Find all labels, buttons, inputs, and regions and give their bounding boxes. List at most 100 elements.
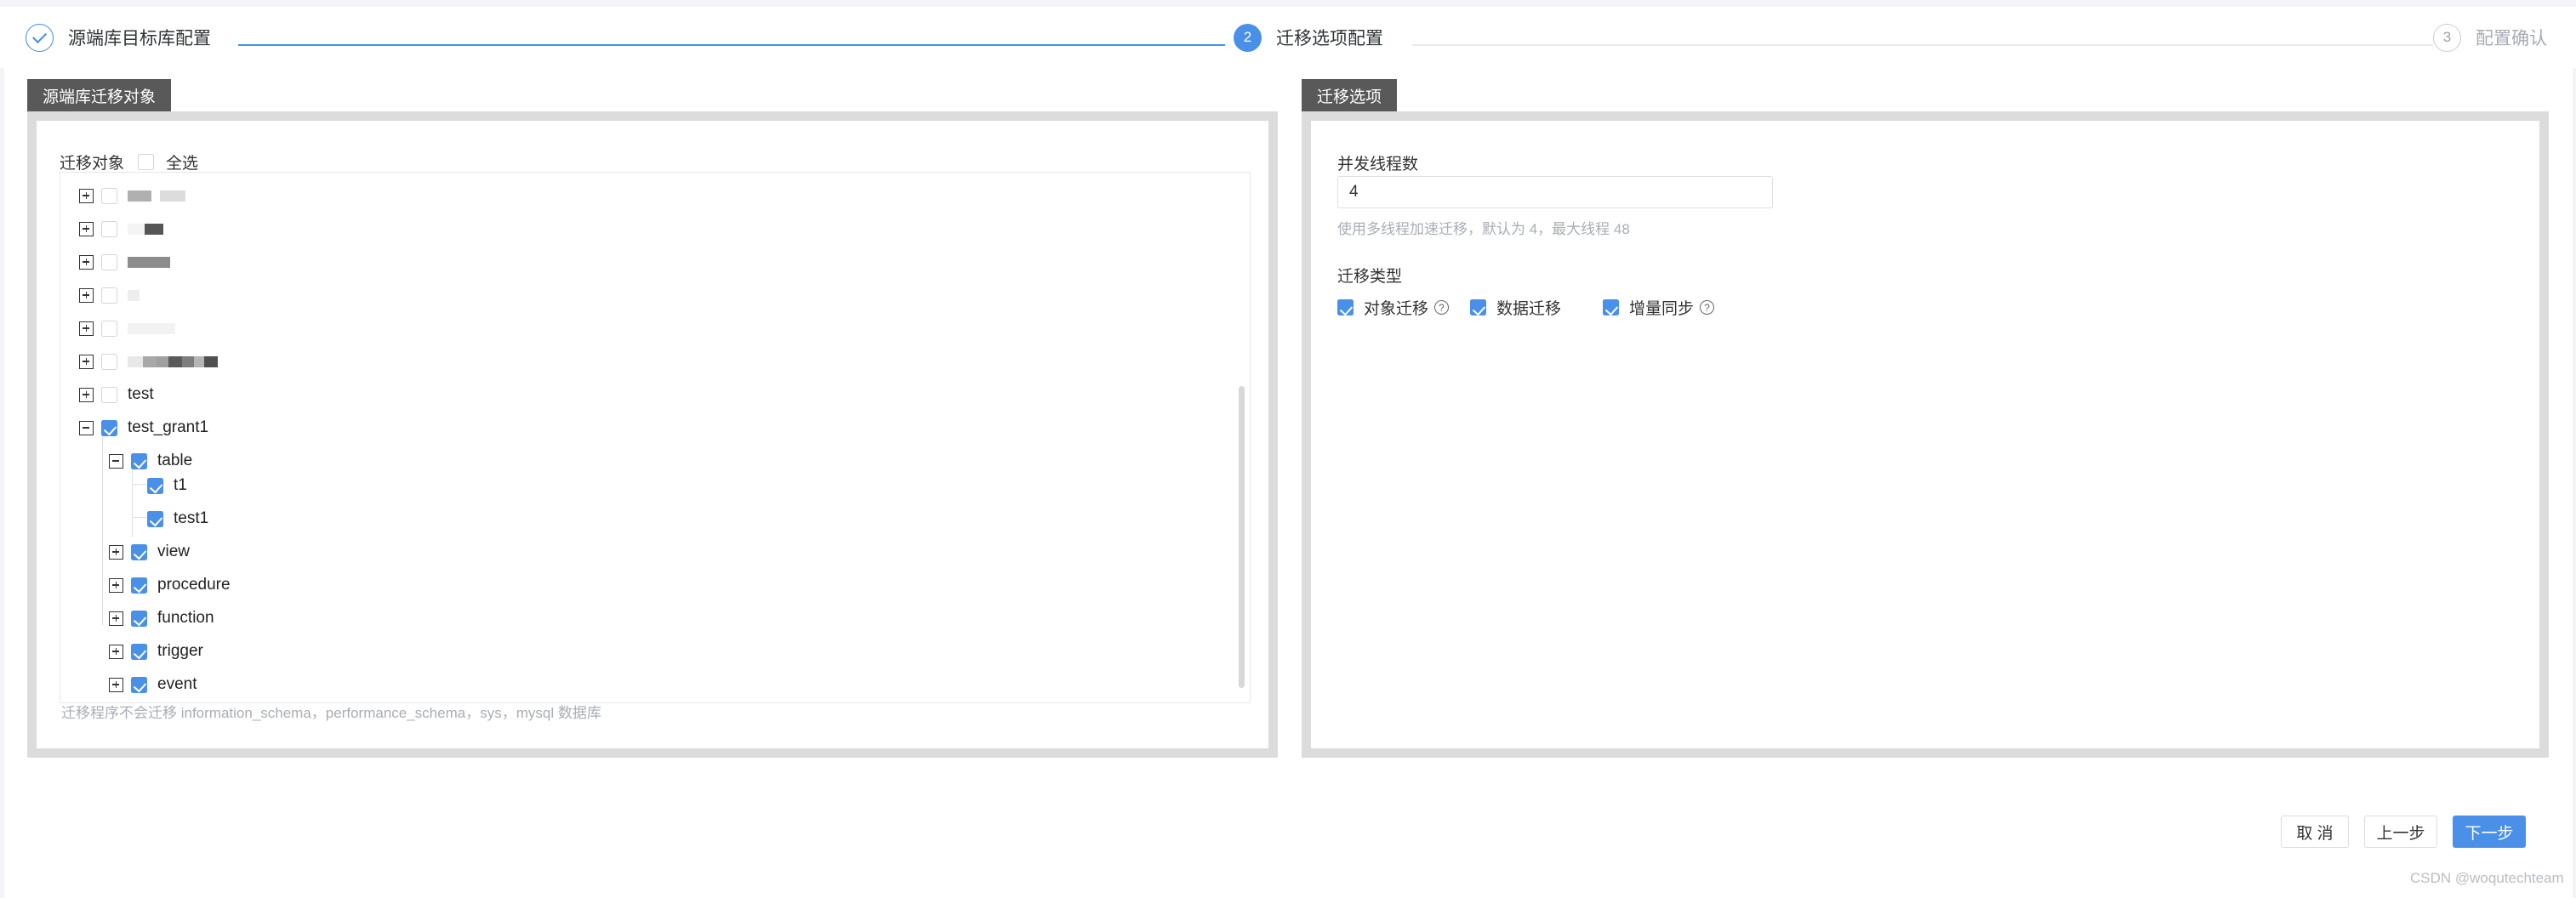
right-page-edge xyxy=(2573,0,2576,898)
expand-icon[interactable] xyxy=(79,254,94,270)
tree-header-label: 迁移对象 xyxy=(60,155,125,173)
expand-icon[interactable] xyxy=(79,321,94,336)
tree-row-test1[interactable]: test1 xyxy=(147,509,208,529)
expand-icon[interactable] xyxy=(109,677,123,692)
option-object-migration[interactable]: 对象迁移 ? xyxy=(1337,296,1450,319)
collapse-icon[interactable] xyxy=(79,420,94,435)
expand-icon[interactable] xyxy=(109,577,123,593)
tree-scrollbar-thumb[interactable] xyxy=(1239,386,1245,688)
tree-row-label: function xyxy=(157,609,214,627)
step-connector-2-3 xyxy=(1412,44,2433,46)
thread-count-hint: 使用多线程加速迁移，默认为 4，最大线程 48 xyxy=(1337,221,1630,237)
tree-row-label: test xyxy=(128,385,154,403)
tree-guide-line xyxy=(132,517,147,518)
tree-row[interactable] xyxy=(79,351,218,372)
tree-row-view[interactable]: view xyxy=(109,542,190,562)
step-3-config-confirm[interactable]: 3 配置确认 xyxy=(2433,7,2547,68)
thread-count-input[interactable] xyxy=(1337,176,1773,208)
previous-step-button[interactable]: 上一步 xyxy=(2364,816,2437,848)
migration-wizard-page: 源端库目标库配置 2 迁移选项配置 3 配置确认 源端库迁移对象 迁移对象 全选 xyxy=(0,0,2576,898)
option-object-migration-label: 对象迁移 xyxy=(1364,300,1429,318)
tree-row-checkbox[interactable] xyxy=(131,643,147,660)
tree-row-t1[interactable]: t1 xyxy=(147,475,187,496)
expand-icon[interactable] xyxy=(79,188,94,203)
tree-row-checkbox[interactable] xyxy=(101,419,117,436)
left-page-edge xyxy=(0,7,4,898)
tree-row-checkbox[interactable] xyxy=(101,220,117,237)
tab-migration-options[interactable]: 迁移选项 xyxy=(1302,79,1398,111)
tree-row[interactable] xyxy=(79,285,140,305)
option-object-migration-checkbox[interactable] xyxy=(1337,299,1354,315)
tree-row-checkbox[interactable] xyxy=(131,577,147,594)
expand-icon[interactable] xyxy=(109,544,123,560)
tab-source-migration-objects[interactable]: 源端库迁移对象 xyxy=(27,79,172,111)
tree-row[interactable] xyxy=(79,219,163,239)
tree-row-checkbox[interactable] xyxy=(131,452,147,469)
tree-row-checkbox[interactable] xyxy=(147,510,163,527)
tree-row-trigger[interactable]: trigger xyxy=(109,641,203,662)
tree-row-test-grant1[interactable]: test_grant1 xyxy=(79,418,208,438)
tree-header: 迁移对象 全选 xyxy=(60,151,198,173)
step-2-label: 迁移选项配置 xyxy=(1276,29,1383,48)
thread-count-label: 并发线程数 xyxy=(1337,156,1419,173)
tree-row-event[interactable]: event xyxy=(109,674,197,695)
tree-guide-line xyxy=(102,436,103,625)
expand-icon[interactable] xyxy=(109,644,123,659)
cancel-button[interactable]: 取 消 xyxy=(2281,816,2349,848)
tree-row-checkbox[interactable] xyxy=(101,287,117,304)
tree-row-label: t1 xyxy=(174,476,187,494)
step-2-migration-options-config[interactable]: 2 迁移选项配置 xyxy=(1234,7,1383,68)
help-icon[interactable]: ? xyxy=(1700,300,1715,315)
select-all-checkbox[interactable] xyxy=(138,154,155,170)
expand-icon[interactable] xyxy=(79,221,94,236)
tree-row-checkbox[interactable] xyxy=(101,320,117,337)
tree-row-procedure[interactable]: procedure xyxy=(109,575,231,595)
tree-row-checkbox[interactable] xyxy=(101,386,117,403)
option-incremental-sync[interactable]: 增量同步 ? xyxy=(1603,296,1715,319)
option-data-migration-checkbox[interactable] xyxy=(1470,299,1486,315)
tree-row-checkbox[interactable] xyxy=(101,187,117,204)
tree-row-label: table xyxy=(157,452,193,469)
step-1-circle xyxy=(26,23,54,52)
wizard-stepper: 源端库目标库配置 2 迁移选项配置 3 配置确认 xyxy=(0,7,2576,68)
right-panel-body xyxy=(1302,111,2549,758)
option-data-migration-label: 数据迁移 xyxy=(1496,300,1562,318)
step-2-circle: 2 xyxy=(1234,23,1262,52)
migration-type-label: 迁移类型 xyxy=(1337,268,1403,286)
tree-row-label: test1 xyxy=(174,509,209,527)
tree-row-checkbox[interactable] xyxy=(101,353,117,370)
tree-row-label: test_grant1 xyxy=(128,418,209,436)
tree-row[interactable] xyxy=(79,185,185,206)
next-step-button[interactable]: 下一步 xyxy=(2453,816,2526,848)
tree-row-label: procedure xyxy=(157,576,231,594)
step-3-label: 配置确认 xyxy=(2476,29,2547,48)
tree-row-table[interactable]: table xyxy=(109,451,192,471)
tree-row-label: view xyxy=(157,543,191,560)
tree-row-test[interactable]: test xyxy=(79,384,154,405)
tree-row[interactable] xyxy=(79,252,170,272)
select-all-label: 全选 xyxy=(166,155,199,173)
expand-icon[interactable] xyxy=(79,387,94,402)
option-incremental-sync-checkbox[interactable] xyxy=(1603,299,1619,315)
tree-row-function[interactable]: function xyxy=(109,608,214,628)
tree-row[interactable] xyxy=(79,318,175,338)
tree-row-checkbox[interactable] xyxy=(131,543,147,560)
step-1-source-target-config[interactable]: 源端库目标库配置 xyxy=(26,7,211,68)
step-3-circle: 3 xyxy=(2433,23,2461,52)
option-incremental-sync-label: 增量同步 xyxy=(1629,300,1695,318)
expand-icon[interactable] xyxy=(109,611,123,626)
step-1-label: 源端库目标库配置 xyxy=(68,29,211,48)
expand-icon[interactable] xyxy=(79,354,94,369)
option-data-migration[interactable]: 数据迁移 xyxy=(1470,296,1561,319)
tree-row-label: event xyxy=(157,675,197,693)
tree-note: 迁移程序不会迁移 information_schema，performance_… xyxy=(61,705,601,721)
expand-icon[interactable] xyxy=(79,287,94,303)
migration-object-tree[interactable]: test test_grant1 table t1 test1 view pro… xyxy=(60,172,1251,703)
tree-row-checkbox[interactable] xyxy=(101,253,117,270)
collapse-icon[interactable] xyxy=(109,453,123,469)
help-icon[interactable]: ? xyxy=(1434,300,1450,315)
tree-row-checkbox[interactable] xyxy=(147,477,163,494)
watermark: CSDN @woqutechteam xyxy=(2410,870,2564,886)
tree-row-checkbox[interactable] xyxy=(131,610,147,627)
tree-row-checkbox[interactable] xyxy=(131,676,147,693)
